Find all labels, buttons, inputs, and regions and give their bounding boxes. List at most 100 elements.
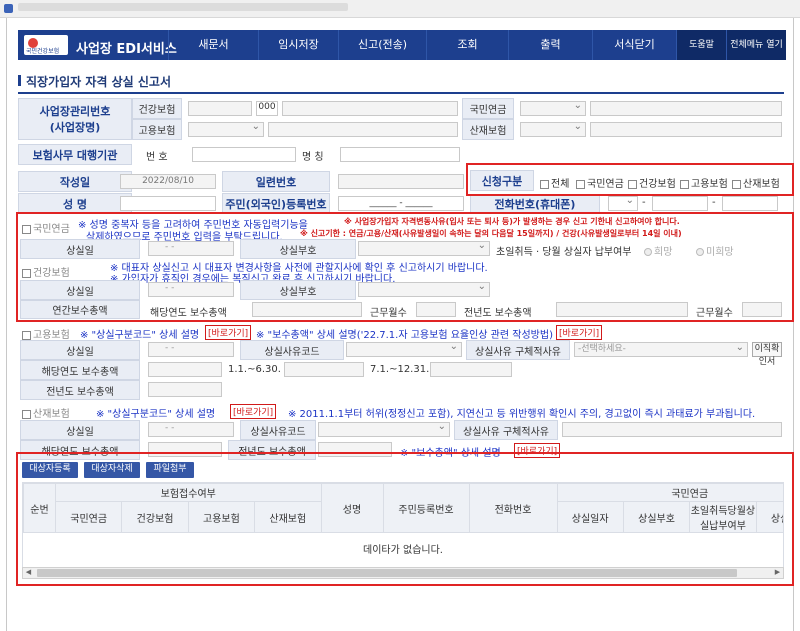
- employment-detail-label: 상실사유 구체적사유: [466, 340, 570, 360]
- col-receipt-industrial[interactable]: 산재보험: [254, 501, 322, 533]
- col-receipt-employment[interactable]: 고용보험: [187, 501, 256, 533]
- nav-help[interactable]: 도움말: [676, 30, 726, 60]
- industrial-section-toggle[interactable]: 산재보험: [22, 405, 70, 420]
- col-pension-loss-date-2[interactable]: 상실일자: [755, 501, 783, 533]
- scroll-right-icon[interactable]: ▶: [772, 568, 783, 578]
- agent-number-label: 번 호: [146, 152, 168, 163]
- industrial-loss-date-label: 상실일: [20, 420, 140, 440]
- col-receipt: 보험접수여부: [55, 483, 322, 502]
- pension-name-input[interactable]: [590, 101, 782, 116]
- col-rrn[interactable]: 주민등록번호: [382, 483, 470, 533]
- serial-input: [338, 174, 464, 189]
- attach-button[interactable]: 파일첨부: [146, 462, 194, 478]
- category-pension[interactable]: 국민연금: [576, 175, 624, 190]
- employment-link-2[interactable]: [바로가기]: [556, 325, 603, 340]
- name-input[interactable]: [120, 196, 216, 211]
- industrial-link-1[interactable]: [바로가기]: [230, 404, 277, 419]
- date-input[interactable]: 2022/08/10: [120, 174, 216, 189]
- col-receipt-health[interactable]: 건강보험: [121, 501, 189, 533]
- phone-mid-input[interactable]: [652, 196, 708, 211]
- employment-label: 고용보험: [132, 119, 182, 140]
- employment-period-2: 7.1.~12.31.: [370, 364, 430, 375]
- category-industrial[interactable]: 산재보험: [732, 175, 780, 190]
- health-name-input[interactable]: [282, 101, 458, 116]
- register-button[interactable]: 대상자등록: [22, 462, 78, 478]
- employment-h1b-input[interactable]: [284, 362, 364, 377]
- col-pension-first-month[interactable]: 초일취득당월상실납부여부: [689, 501, 757, 533]
- employment-detail-select[interactable]: -선택하세요-: [574, 341, 748, 357]
- nav-all-menu[interactable]: 전체메뉴 열기: [726, 30, 786, 60]
- annual-total-label: 연간보수총액: [20, 300, 140, 319]
- scroll-left-icon[interactable]: ◀: [23, 568, 34, 578]
- health-months2-label: 근무월수: [696, 308, 733, 319]
- pension-number-select[interactable]: [520, 100, 586, 116]
- nav-submit[interactable]: 신고(전송): [338, 30, 426, 60]
- category-health[interactable]: 건강보험: [628, 175, 676, 190]
- delete-button[interactable]: 대상자삭제: [84, 462, 140, 478]
- col-receipt-pension[interactable]: 국민연금: [54, 501, 123, 533]
- serial-label: 일련번호: [222, 171, 330, 192]
- health-section-toggle[interactable]: 건강보험: [22, 264, 70, 279]
- title-marker: [18, 75, 21, 86]
- category-employment[interactable]: 고용보험: [680, 175, 728, 190]
- pension-loss-code-label: 상실부호: [240, 239, 356, 259]
- nav-print[interactable]: 출력: [508, 30, 592, 60]
- employment-last-year-label: 전년도 보수총액: [20, 380, 140, 400]
- industrial-name-input[interactable]: [590, 122, 782, 137]
- result-grid: 순번 보험접수여부 성명 주민등록번호 전화번호 국민연금 국민연금 건강보험 …: [22, 482, 784, 568]
- health-loss-code-select[interactable]: [358, 281, 490, 297]
- pension-loss-date-input[interactable]: - -: [148, 241, 234, 256]
- phone-prefix-select[interactable]: [608, 195, 638, 211]
- grid-hscrollbar[interactable]: ◀ ▶: [22, 567, 784, 579]
- health-months-label: 근무월수: [370, 308, 407, 319]
- window-title-blurred: [18, 3, 358, 13]
- health-months2-input[interactable]: [742, 302, 782, 317]
- health-last-year-input[interactable]: [556, 302, 688, 317]
- health-this-year-input[interactable]: [252, 302, 362, 317]
- col-pension-loss-code[interactable]: 상실부호: [622, 501, 691, 533]
- health-loss-date-input[interactable]: - -: [148, 282, 234, 297]
- employment-last-year-input[interactable]: [148, 382, 222, 397]
- pension-loss-code-select[interactable]: [358, 240, 490, 256]
- health-number-input[interactable]: [188, 101, 252, 116]
- employment-link-1[interactable]: [바로가기]: [205, 325, 252, 340]
- employment-reason-code-select[interactable]: [346, 341, 462, 357]
- employment-h2-input[interactable]: [430, 362, 512, 377]
- employment-h1-input[interactable]: [148, 362, 222, 377]
- app-icon: [4, 4, 13, 13]
- industrial-detail-input[interactable]: [562, 422, 782, 437]
- col-no[interactable]: 순번: [23, 483, 56, 533]
- employment-loss-date-input[interactable]: - -: [148, 342, 234, 357]
- nav-new-document[interactable]: 새문서: [168, 30, 258, 60]
- employment-period-1: 1.1.~6.30.: [228, 364, 281, 375]
- nav-close-form[interactable]: 서식닫기: [592, 30, 676, 60]
- scroll-thumb[interactable]: [37, 569, 737, 577]
- industrial-number-select[interactable]: [520, 121, 586, 137]
- employment-number-select[interactable]: [188, 121, 264, 137]
- col-phone[interactable]: 전화번호: [468, 483, 558, 533]
- agent-number-input[interactable]: [192, 147, 296, 162]
- agent-name-input[interactable]: [340, 147, 460, 162]
- employment-section-toggle[interactable]: 고용보험: [22, 326, 70, 341]
- title-divider: [18, 92, 784, 94]
- first-month-yes[interactable]: 희망: [644, 243, 672, 258]
- rrn-input[interactable]: ______ - ______: [338, 196, 464, 211]
- health-code-input[interactable]: 000: [256, 101, 278, 116]
- window-titlebar: [0, 0, 800, 18]
- employment-confirm-button[interactable]: 이직확인서: [752, 342, 782, 367]
- pension-section-toggle[interactable]: 국민연금: [22, 220, 70, 235]
- nav-temp-save[interactable]: 임시저장: [258, 30, 338, 60]
- category-all[interactable]: 전체: [540, 175, 569, 190]
- employment-name-input[interactable]: [268, 122, 458, 137]
- col-pension-loss-date[interactable]: 상실일자: [556, 501, 624, 533]
- industrial-loss-date-input[interactable]: - -: [148, 422, 234, 437]
- employment-this-year-label: 해당연도 보수총액: [20, 360, 140, 380]
- col-name[interactable]: 성명: [320, 483, 384, 533]
- industrial-reason-code-label: 상실사유코드: [240, 420, 316, 440]
- health-months-input[interactable]: [416, 302, 456, 317]
- phone-end-input[interactable]: [722, 196, 778, 211]
- industrial-reason-code-select[interactable]: [318, 421, 450, 437]
- brand-title: 사업장 EDI서비스: [76, 42, 177, 57]
- first-month-no[interactable]: 미희망: [696, 243, 734, 258]
- nav-inquiry[interactable]: 조회: [426, 30, 508, 60]
